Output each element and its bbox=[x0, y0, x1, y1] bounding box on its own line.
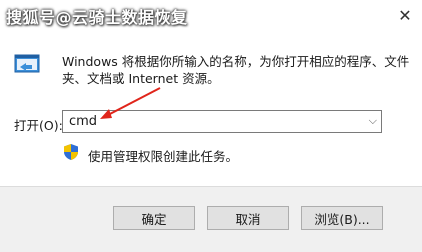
ok-button[interactable]: 确定 bbox=[113, 206, 195, 230]
cancel-button[interactable]: 取消 bbox=[207, 206, 289, 230]
open-input[interactable]: cmd bbox=[69, 114, 97, 129]
open-label: 打开(O): bbox=[14, 118, 63, 133]
watermark-text: 搜狐号@云骑士数据恢复 bbox=[6, 8, 188, 27]
admin-note: 使用管理权限创建此任务。 bbox=[88, 149, 239, 164]
shield-icon bbox=[64, 144, 78, 160]
browse-button[interactable]: 浏览(B)... bbox=[301, 206, 383, 230]
close-icon: ✕ bbox=[398, 5, 412, 25]
chevron-down-icon[interactable]: ⌵ bbox=[369, 114, 377, 128]
description-text: Windows 将根据你所输入的名称，为你打开相应的程序、文件夹、文档或 Int… bbox=[62, 54, 410, 86]
title-bar: 搜狐号@云骑士数据恢复 ✕ bbox=[0, 0, 422, 32]
open-combobox[interactable]: cmd ⌵ bbox=[62, 110, 382, 133]
close-button[interactable]: ✕ bbox=[392, 4, 418, 26]
run-icon bbox=[14, 54, 40, 73]
